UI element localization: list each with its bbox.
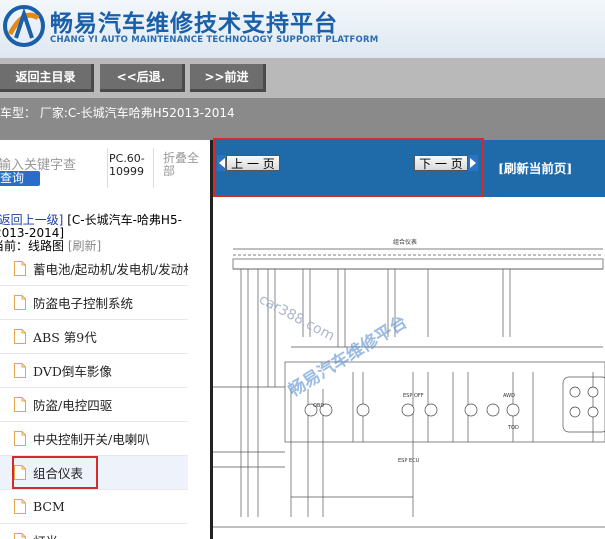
document-icon [14,363,26,378]
document-icon [14,499,26,514]
refresh-page-link[interactable]: [刷新当前页] [498,158,572,177]
menu-item-label: 中央控制开关/电喇叭 [33,432,150,447]
menu-item-label: DVD倒车影像 [33,364,112,379]
car-info-bar: 车型： 厂家:C-长城汽车哈弗H52013-2014 [0,98,605,140]
menu-item-abs[interactable]: ABS 第9代 [0,320,188,354]
collapse-all-link[interactable]: 折叠全部 [163,152,203,178]
car-model-label: 车型： 厂家:C-长城汽车哈弗H52013-2014 [0,106,235,120]
menu-item-battery[interactable]: 蓄电池/起动机/发电机/发动机电 [0,252,188,286]
highlight-page-nav-box [213,138,484,197]
menu-item-anti-theft-ecu[interactable]: 防盗电子控制系统 [0,286,188,320]
menu-item-label: 灯光 [33,531,58,539]
forward-button[interactable]: >>前进 [190,64,266,92]
highlight-menu-item-box [12,456,98,489]
menu-item-label: ABS 第9代 [33,330,97,345]
tree-refresh-link[interactable]: [刷新] [68,239,101,253]
brand-logo-icon [3,5,45,47]
pc-code-label: PC.60-10999 [109,152,145,178]
system-menu: 蓄电池/起动机/发电机/发动机电 防盗电子控制系统 ABS 第9代 DVD倒车影… [0,252,188,539]
menu-item-label: BCM [33,499,65,514]
menu-item-label: 蓄电池/起动机/发电机/发动机电 [33,262,188,277]
document-icon [14,261,26,276]
search-button[interactable]: 查询 [0,171,40,186]
diagram-panel: 上 一 页 下 一 页 [刷新当前页] 组合仪表 OBD ESP OFF ESP… [210,140,605,539]
document-icon [14,431,26,446]
wiring-diagram: 组合仪表 OBD ESP OFF ESP ECU AWD TOD car388.… [213,238,605,528]
current-location-label: 当前：线路图 [0,239,65,253]
app-title: 畅易汽车维修技术支持平台 [50,11,338,37]
menu-item-central-switch[interactable]: 中央控制开关/电喇叭 [0,422,188,456]
menu-item-label: 防盗/电控四驱 [33,398,113,413]
menu-item-lighting[interactable]: 灯光 [0,524,188,539]
diagram-label-esp-ecu: ESP ECU [398,458,420,464]
menu-item-anti-theft-4wd[interactable]: 防盗/电控四驱 [0,388,188,422]
app-header: 畅易汽车维修技术支持平台 CHANG YI AUTO MAINTENANCE T… [0,0,605,58]
menu-item-bcm[interactable]: BCM [0,490,188,524]
diagram-label-awd: AWD [503,393,515,399]
app-subtitle: CHANG YI AUTO MAINTENANCE TECHNOLOGY SUP… [50,35,379,45]
back-button[interactable]: <<后退. [100,64,185,92]
document-icon [14,533,26,539]
menu-item-dvd-camera[interactable]: DVD倒车影像 [0,354,188,388]
home-button[interactable]: 返回主目录 [0,64,94,92]
diagram-label-tod: TOD [507,425,519,431]
divider [153,148,154,188]
diagram-label-esp-off: ESP OFF [403,393,424,399]
diagram-label-obd: OBD [313,403,324,409]
main-nav-bar: 返回主目录 <<后退. >>前进 [0,58,605,98]
diagram-title: 组合仪表 [393,238,417,246]
breadcrumb-back-link[interactable]: [返回上一级] [0,213,63,227]
divider [107,148,108,188]
document-icon [14,329,26,344]
menu-item-label: 防盗电子控制系统 [33,296,134,311]
document-icon [14,295,26,310]
document-icon [14,397,26,412]
